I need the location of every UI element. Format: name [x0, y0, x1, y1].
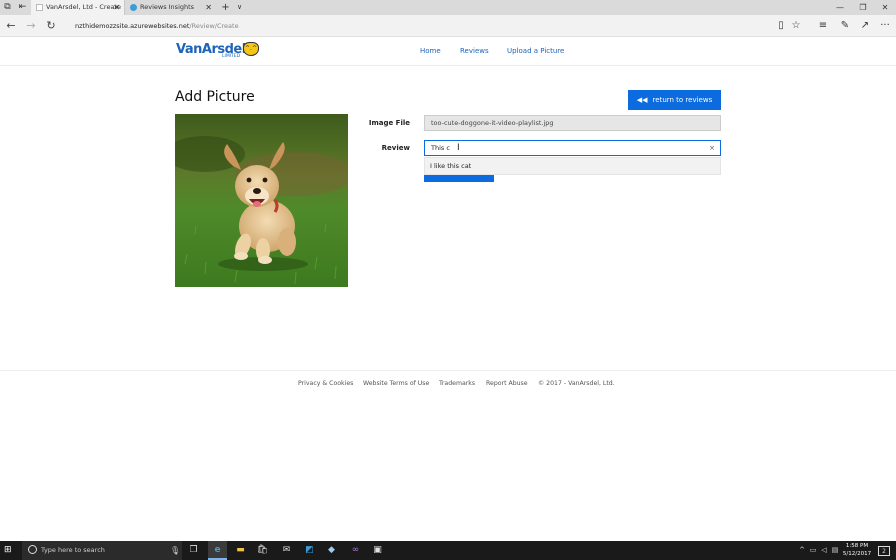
address-bar: ← → ↻ nzthidemozzsite.azurewebsites.net/… — [0, 15, 896, 37]
close-tab-icon[interactable]: ✕ — [205, 0, 212, 15]
share-icon[interactable]: ↗ — [858, 19, 872, 33]
network-icon[interactable]: ▭ — [808, 545, 818, 556]
footer-privacy-link[interactable]: Privacy & Cookies — [298, 380, 353, 387]
favorite-star-icon[interactable]: ☆ — [789, 19, 803, 33]
cortana-circle-icon — [28, 545, 37, 554]
azure-app-icon[interactable]: ◩ — [303, 544, 316, 557]
tab-list-chevron-icon[interactable]: ∨ — [234, 2, 245, 13]
file-explorer-icon[interactable]: ▬ — [234, 544, 247, 557]
tab-reviews-insights[interactable]: Reviews Insights ✕ — [124, 0, 216, 15]
image-file-label: Image File — [368, 119, 410, 127]
windows-start-icon[interactable]: ⊞ — [4, 545, 15, 556]
return-to-reviews-button[interactable]: ◀◀ return to reviews — [628, 90, 721, 110]
footer-trademarks-link[interactable]: Trademarks — [439, 380, 475, 387]
url-path: /Review/Create — [189, 22, 239, 30]
edge-browser-icon[interactable]: e — [211, 544, 224, 557]
volume-icon[interactable]: ◁ — [819, 545, 829, 556]
web-note-icon[interactable]: ✎ — [838, 19, 852, 33]
forward-button[interactable]: → — [24, 19, 38, 33]
browser-tab-bar: ⧉ ⇤ VanArsdel, Ltd - Create ✕ Reviews In… — [0, 0, 896, 15]
return-button-label: return to reviews — [652, 96, 713, 104]
text-cursor-icon: I — [457, 143, 460, 153]
dog-picture — [175, 114, 348, 287]
url-host: nzthidemozzsite.azurewebsites.net — [75, 22, 190, 30]
close-tab-icon[interactable]: ✕ — [113, 0, 120, 15]
nav-upload-picture-link[interactable]: Upload a Picture — [507, 47, 564, 55]
autocomplete-dropdown: I like this cat — [424, 157, 721, 175]
submit-button[interactable] — [424, 175, 494, 182]
hub-icon[interactable]: ≡ — [816, 19, 830, 33]
mail-icon[interactable]: ✉ — [280, 544, 293, 557]
action-center-icon[interactable]: 2 — [878, 546, 890, 556]
tab-label: Reviews Insights — [140, 3, 195, 11]
page-title: Add Picture — [175, 89, 255, 105]
visual-studio-icon[interactable]: ∞ — [349, 544, 362, 557]
site-header: VanArsdel LIMITED ^.^ Home Reviews Uploa… — [0, 37, 896, 66]
review-label: Review — [381, 144, 410, 152]
reading-view-icon[interactable]: ▯ — [774, 19, 788, 33]
language-icon[interactable]: ▤ — [830, 545, 840, 556]
clock-date: 5/12/2017 — [842, 550, 872, 557]
clear-input-icon[interactable]: × — [707, 142, 717, 154]
cat-logo-icon: ^.^ — [243, 42, 259, 56]
show-hidden-icons-chevron-icon[interactable]: ^ — [797, 545, 807, 556]
cloud-favicon-icon — [130, 3, 137, 11]
close-window-button[interactable]: ✕ — [874, 0, 896, 15]
clock-time: 1:58 PM — [845, 543, 869, 549]
app-window-icon[interactable]: ▣ — [371, 544, 384, 557]
windows-taskbar: ⊞ Type here to search 🎙 ❐ e ▬ 🛍 ✉ ◩ ◆ ∞ … — [0, 541, 896, 560]
taskbar-search-box[interactable]: Type here to search 🎙 — [22, 541, 182, 560]
set-aside-tabs-icon[interactable]: ⧉ — [2, 2, 13, 13]
show-aside-tabs-icon[interactable]: ⇤ — [17, 2, 28, 13]
tab-label: VanArsdel, Ltd - Create — [46, 3, 121, 11]
taskbar-search-placeholder: Type here to search — [41, 546, 105, 554]
autocomplete-suggestion[interactable]: I like this cat — [430, 158, 471, 174]
page-favicon-icon — [36, 3, 43, 11]
tab-vanarsdel-create[interactable]: VanArsdel, Ltd - Create ✕ — [31, 0, 124, 15]
microphone-icon[interactable]: 🎙 — [170, 541, 180, 560]
image-file-field[interactable]: too-cute-doggone-it-video-playlist.jpg — [424, 115, 721, 131]
url-field[interactable]: nzthidemozzsite.azurewebsites.net/Review… — [75, 20, 239, 32]
footer-report-abuse-link[interactable]: Report Abuse — [486, 380, 528, 387]
taskbar-clock[interactable]: 1:58 PM 5/12/2017 — [842, 543, 872, 558]
cloud-explorer-icon[interactable]: ◆ — [325, 544, 338, 557]
footer-copyright: © 2017 - VanArsdel, Ltd. — [538, 380, 615, 387]
refresh-button[interactable]: ↻ — [44, 19, 58, 33]
logo-subtitle: LIMITED — [222, 54, 241, 59]
task-view-icon[interactable]: ❐ — [187, 544, 200, 557]
minimize-button[interactable]: — — [829, 0, 851, 15]
new-tab-button[interactable]: + — [220, 2, 231, 13]
back-button[interactable]: ← — [4, 19, 18, 33]
review-input[interactable] — [424, 140, 721, 156]
store-icon[interactable]: 🛍 — [256, 544, 269, 557]
footer-terms-link[interactable]: Website Terms of Use — [363, 380, 429, 387]
rewind-icon: ◀◀ — [636, 96, 648, 104]
restore-button[interactable]: ❐ — [852, 0, 874, 15]
footer-divider — [0, 370, 896, 371]
nav-reviews-link[interactable]: Reviews — [460, 47, 489, 55]
more-icon[interactable]: ··· — [878, 19, 892, 33]
nav-home-link[interactable]: Home — [420, 47, 441, 55]
uploaded-dog-image — [175, 114, 348, 287]
